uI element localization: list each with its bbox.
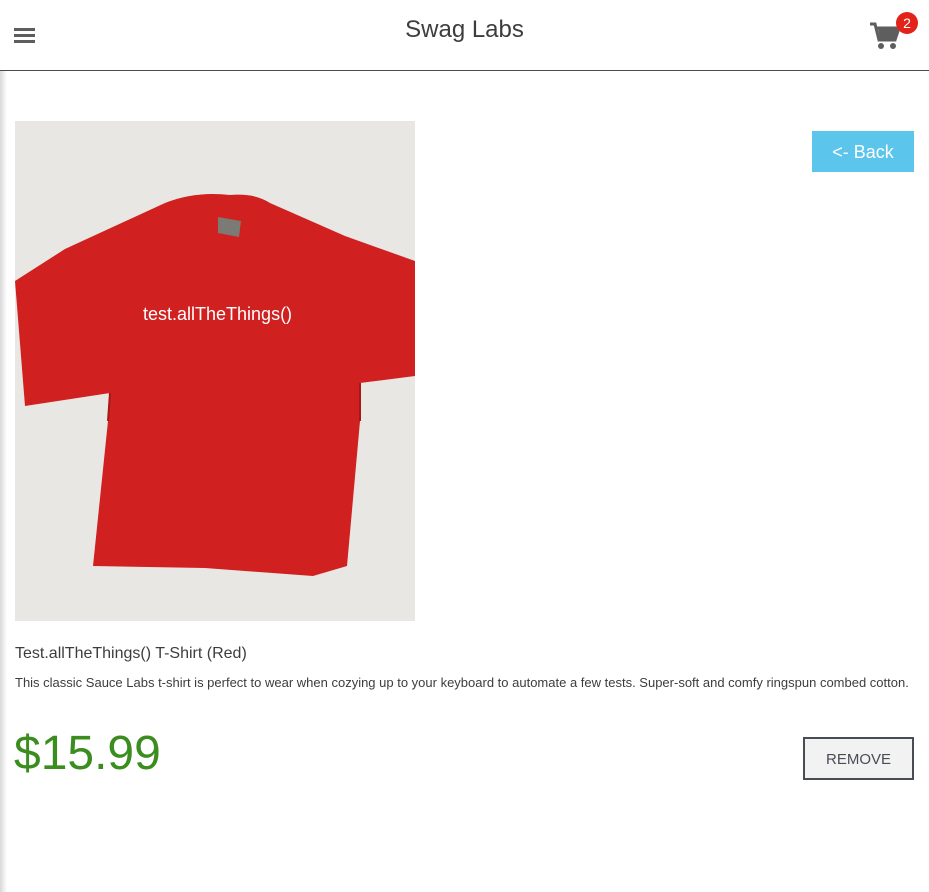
- product-image: test.allTheThings(): [15, 121, 415, 621]
- product-price: $15.99: [14, 727, 161, 780]
- app-title: Swag Labs: [405, 16, 524, 43]
- cart-count-badge: 2: [896, 12, 918, 34]
- page-edge-shadow: [0, 0, 7, 892]
- app-header: Swag Labs 2: [0, 0, 929, 71]
- shirt-print-text: test.allTheThings(): [143, 304, 292, 324]
- product-name: Test.allTheThings() T-Shirt (Red): [15, 645, 247, 662]
- back-to-products-button[interactable]: <- Back: [812, 131, 914, 172]
- remove-button[interactable]: REMOVE: [803, 737, 914, 780]
- product-description: This classic Sauce Labs t-shirt is perfe…: [15, 675, 909, 690]
